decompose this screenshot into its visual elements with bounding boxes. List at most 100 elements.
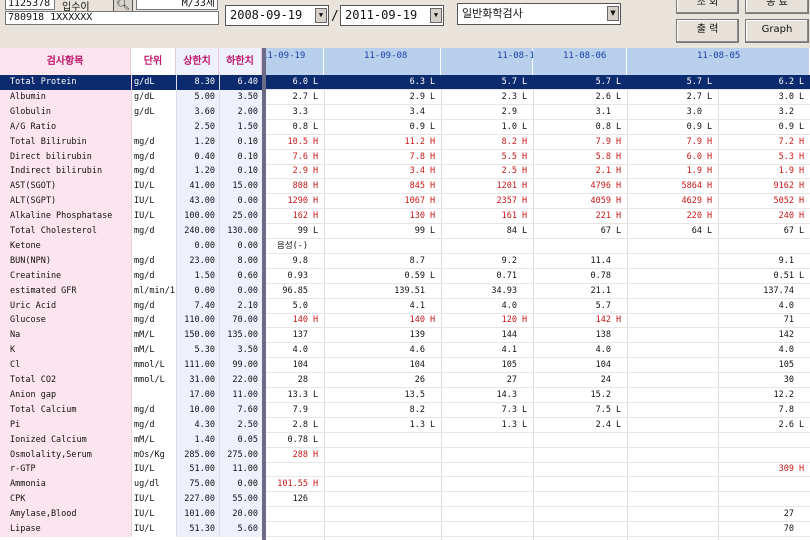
- test-item-row[interactable]: BUN(NPN) mg/d 23.00 8.00: [0, 253, 262, 269]
- result-value: 7.9: [686, 136, 702, 147]
- result-row[interactable]: 7.9 8.2 7.3 L 7.5 L 7.8: [266, 403, 810, 418]
- test-item-row[interactable]: Pi mg/d 4.30 2.50: [0, 417, 262, 433]
- test-item-row[interactable]: Amylase,Blood IU/L 101.00 20.00: [0, 507, 262, 523]
- result-value: 0.78: [287, 434, 308, 445]
- test-item-row[interactable]: Total CO2 mmol/L 31.00 22.00: [0, 373, 262, 388]
- date-to-picker[interactable]: 2011-09-19 ▼: [340, 5, 444, 26]
- result-row[interactable]: 104 104 105 104 105: [266, 358, 810, 374]
- result-row[interactable]: 3.3 3.4 2.9 3.1 3.0 3.2: [266, 105, 810, 120]
- test-item-row[interactable]: Alkaline Phosphatase IU/L 100.00 25.00: [0, 209, 262, 225]
- upper-limit: 4.30: [176, 417, 219, 433]
- result-row[interactable]: 808 H 845 H 1201 H 4796 H 5864 H 9162 H: [266, 179, 810, 195]
- result-row[interactable]: 2.9 H 3.4 H 2.5 H 2.1 H 1.9 H 1.9 H: [266, 164, 810, 180]
- test-item-row[interactable]: Anion gap 17.00 11.00: [0, 387, 262, 403]
- result-row[interactable]: 0.78 L: [266, 433, 810, 448]
- test-item-row[interactable]: Uric Acid mg/d 7.40 2.10: [0, 298, 262, 314]
- result-row[interactable]: 27: [266, 507, 810, 523]
- test-item-row[interactable]: Total Calcium mg/d 10.00 7.60: [0, 402, 262, 418]
- lower-limit: 130.00: [219, 224, 262, 239]
- test-item-row[interactable]: Total Cholesterol mg/d 240.00 130.00: [0, 224, 262, 239]
- result-row[interactable]: 28 26 27 24 30: [266, 373, 810, 388]
- test-item-row[interactable]: r-GTP IU/L 51.00 11.00: [0, 462, 262, 478]
- result-row[interactable]: 4.0 4.6 4.1 4.0 4.0: [266, 343, 810, 359]
- date-header-3[interactable]: 11-08-06: [533, 48, 627, 75]
- test-item-row[interactable]: Na mM/L 150.00 135.00: [0, 328, 262, 344]
- graph-button[interactable]: Graph: [745, 19, 809, 43]
- test-item-row[interactable]: Ammonia ug/dl 75.00 0.00: [0, 477, 262, 493]
- result-row[interactable]: 9.8 8.7 9.2 11.4 9.1: [266, 254, 810, 269]
- result-row[interactable]: 70: [266, 522, 810, 537]
- result-row[interactable]: 10.5 H 11.2 H 8.2 H 7.9 H 7.9 H 7.2 H: [266, 135, 810, 150]
- test-item-row[interactable]: Albumin g/dL 5.00 3.50: [0, 89, 262, 105]
- result-row[interactable]: 0.93 0.59 L 0.71 0.78 0.51 L: [266, 269, 810, 284]
- test-item-row[interactable]: Osmolality,Serum mOs/Kg 285.00 275.00: [0, 447, 262, 463]
- result-value: 4.0: [778, 300, 794, 311]
- result-flag: H: [430, 181, 436, 192]
- test-item-row[interactable]: AST(SGOT) IU/L 41.00 15.00: [0, 179, 262, 195]
- result-value: 27: [783, 509, 794, 520]
- date-header-1[interactable]: 11-09-08: [324, 48, 441, 75]
- result-row[interactable]: 137 139 144 138 142: [266, 328, 810, 344]
- test-item-row[interactable]: Total Protein g/dL 8.30 6.40: [0, 75, 262, 90]
- result-row[interactable]: 140 H 140 H 120 H 142 H 71: [266, 313, 810, 329]
- test-item-row[interactable]: Globulin g/dL 3.60 2.00: [0, 104, 262, 120]
- patient-reg-no-field[interactable]: 780918 1XXXXXX: [5, 11, 219, 25]
- test-item-row[interactable]: Glucose mg/d 110.00 70.00: [0, 313, 262, 329]
- result-row[interactable]: 288 H: [266, 448, 810, 463]
- result-value: 138: [595, 330, 611, 341]
- result-row[interactable]: 96.85 139.51 34.93 21.1 137.74: [266, 284, 810, 299]
- test-set-value: 일반화학검사: [462, 7, 523, 20]
- result-row[interactable]: 13.3 L 13.5 14.3 15.2 12.2: [266, 388, 810, 403]
- date-header-2[interactable]: 11-08-17: [441, 48, 540, 75]
- result-row[interactable]: 5.0 4.1 4.0 5.7 4.0: [266, 299, 810, 314]
- result-row[interactable]: 309 H: [266, 462, 810, 478]
- test-item-row[interactable]: Cl mmol/L 111.00 99.00: [0, 358, 262, 374]
- chevron-down-icon[interactable]: ▼: [430, 8, 442, 23]
- test-item-row[interactable]: Creatinine mg/d 1.50 0.60: [0, 268, 262, 284]
- result-row[interactable]: 0.8 L 0.9 L 1.0 L 0.8 L 0.9 L 0.9 L: [266, 120, 810, 135]
- test-item-row[interactable]: Total Bilirubin mg/d 1.20 0.10: [0, 134, 262, 150]
- result-flag: L: [799, 121, 805, 132]
- upper-limit: 8.30: [176, 75, 219, 90]
- chevron-down-icon[interactable]: ▼: [607, 6, 619, 21]
- result-value: 3.2: [778, 106, 794, 117]
- result-row[interactable]: 6.0 L 6.3 L 5.7 L 5.7 L 5.7 L 6.2 L: [266, 75, 810, 90]
- result-row[interactable]: 99 L 99 L 84 L 67 L 64 L 67 L: [266, 224, 810, 239]
- result-row[interactable]: 7.6 H 7.8 H 5.5 H 5.8 H 6.0 H 5.3 H: [266, 150, 810, 165]
- test-item-row[interactable]: Direct bilirubin mg/d 0.40 0.10: [0, 149, 262, 165]
- test-item-row[interactable]: Lipase IU/L 51.30 5.60: [0, 522, 262, 537]
- test-item-row[interactable]: KmM/L 5.30 3.50: [0, 343, 262, 359]
- test-name: Direct bilirubin: [0, 149, 131, 165]
- result-value: 2357: [496, 196, 517, 207]
- test-item-row[interactable]: CPK IU/L 227.00 55.00: [0, 492, 262, 508]
- test-item-row[interactable]: Indirect bilirubin mg/d 1.20 0.10: [0, 164, 262, 180]
- result-row[interactable]: 2.7 L 2.9 L 2.3 L 2.6 L 2.7 L 3.0 L: [266, 90, 810, 105]
- result-value: 2.7: [686, 91, 702, 102]
- date-header-0[interactable]: 11-09-19: [266, 48, 324, 75]
- search-button[interactable]: 조 회: [676, 0, 739, 14]
- test-item-row[interactable]: ALT(SGPT) IU/L 43.00 0.00: [0, 194, 262, 210]
- result-flag: H: [522, 151, 528, 162]
- result-row[interactable]: 126: [266, 492, 810, 508]
- result-flag: H: [616, 181, 622, 192]
- result-value: 3.1: [595, 106, 611, 117]
- date-header-4[interactable]: 11-08-05: [627, 48, 810, 75]
- lower-limit: 2.10: [219, 298, 262, 314]
- test-item-row[interactable]: A/G Ratio 2.50 1.50: [0, 119, 262, 135]
- chevron-down-icon[interactable]: ▼: [315, 8, 327, 23]
- upper-limit: 2.50: [176, 119, 219, 135]
- date-from-picker[interactable]: 2008-09-19 ▼: [225, 5, 329, 26]
- exit-button[interactable]: 종 료: [745, 0, 809, 14]
- result-row[interactable]: 162 H 130 H 161 H 221 H 220 H 240 H: [266, 209, 810, 225]
- test-item-row[interactable]: Ionized Calcium mM/L 1.40 0.05: [0, 432, 262, 448]
- result-row[interactable]: 1290 H 1067 H 2357 H 4059 H 4629 H 5052 H: [266, 194, 810, 210]
- test-item-row[interactable]: Ketone 0.00 0.00: [0, 238, 262, 254]
- result-value: 4.1: [409, 300, 425, 311]
- result-row[interactable]: 음성(-): [266, 239, 810, 254]
- result-row[interactable]: 2.8 L 1.3 L 1.3 L 2.4 L 2.6 L: [266, 418, 810, 433]
- patient-id-field[interactable]: 1125378: [5, 0, 55, 10]
- test-set-select[interactable]: 일반화학검사 ▼: [457, 3, 621, 25]
- result-row[interactable]: 101.55 H: [266, 477, 810, 493]
- test-item-row[interactable]: estimated GFR ml/min/1. 0.00 0.00: [0, 283, 262, 299]
- print-button[interactable]: 출 력: [676, 19, 739, 43]
